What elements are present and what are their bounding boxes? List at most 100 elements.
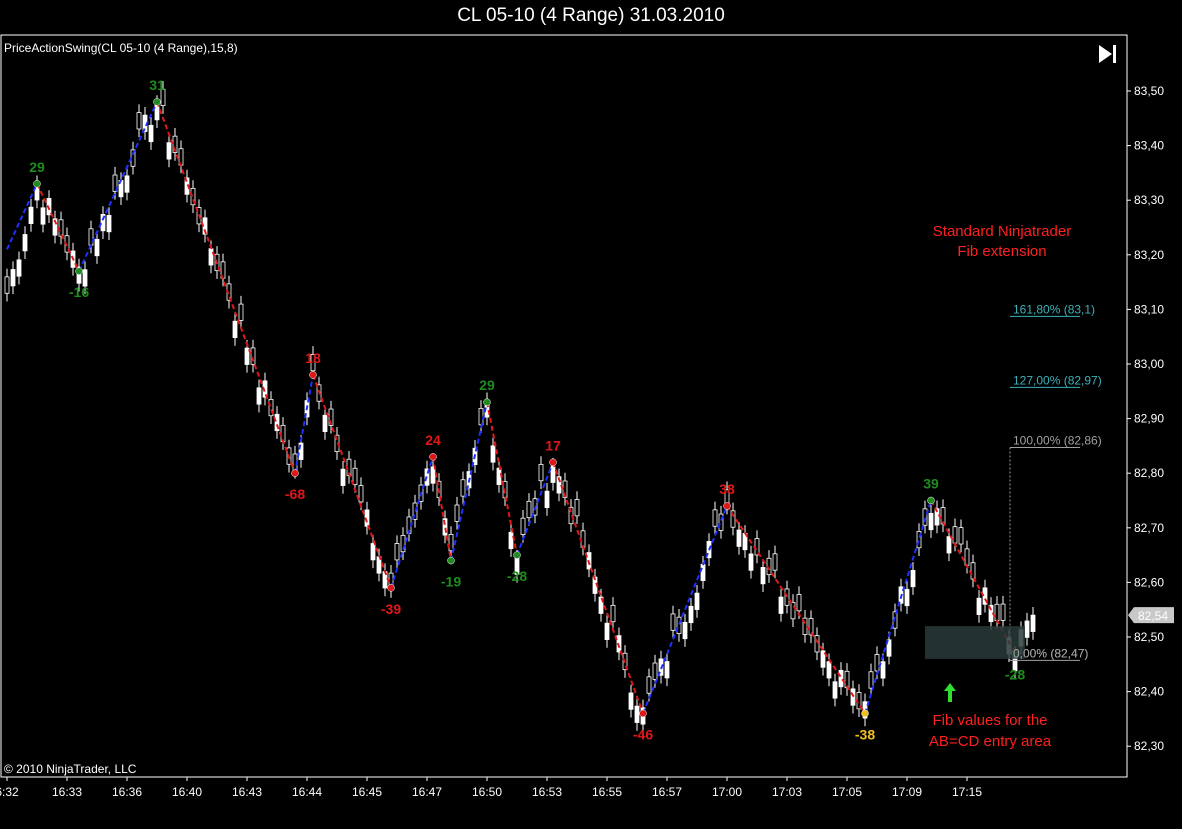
candle-body (946, 536, 952, 554)
candle-body (694, 592, 700, 610)
swing-point-high (429, 453, 437, 461)
indicator-label: PriceActionSwing(CL 05-10 (4 Range),15,8… (4, 41, 238, 55)
price-marker-value: 82,54 (1138, 609, 1168, 623)
candle-body (322, 414, 328, 432)
x-tick-label: 17:15 (952, 785, 982, 799)
candle-body (628, 692, 634, 710)
candle-body (370, 543, 376, 561)
y-tick-label: 82,30 (1134, 739, 1164, 753)
swing-label-high: 29 (479, 377, 495, 393)
swing-point-low (639, 709, 647, 718)
swing-up-leg (78, 101, 158, 272)
candle-body (904, 588, 910, 607)
swing-label-high: 17 (545, 437, 561, 453)
swing-label-high: 18 (305, 350, 321, 366)
swing-point-high (723, 502, 731, 510)
candle-body (604, 622, 610, 640)
candle-body (700, 563, 706, 582)
candle-body (238, 303, 244, 321)
x-tick-label: 16:55 (592, 785, 622, 799)
candle-body (106, 215, 112, 233)
candle-body (952, 526, 958, 544)
y-tick-label: 83,20 (1134, 248, 1164, 262)
candle-body (868, 671, 874, 689)
candle-body (166, 142, 172, 160)
candle-body (646, 676, 652, 694)
candle-body (454, 504, 460, 522)
x-tick-label: 16:44 (292, 785, 322, 799)
candle-body (748, 553, 754, 571)
swing-label-high: 29 (29, 159, 45, 175)
swing-label-low: -28 (1005, 666, 1025, 682)
x-tick-label: 16:53 (532, 785, 562, 799)
play-icon[interactable] (1099, 45, 1116, 63)
candle-body (1024, 620, 1030, 638)
candle-body (88, 228, 94, 246)
candle-body (250, 347, 256, 365)
candle-body (652, 662, 658, 680)
swing-point-low (75, 267, 83, 275)
candle-body (1030, 614, 1036, 632)
swing-down-leg (726, 505, 866, 714)
candle-body (4, 276, 10, 294)
candle-body (922, 508, 928, 526)
swing-down-leg (486, 402, 518, 556)
candle-body (136, 112, 142, 130)
swing-up-leg (450, 401, 488, 561)
price-marker: 82,54 (1128, 607, 1174, 624)
candle-body (910, 569, 916, 588)
x-tick-label: 16:43 (232, 785, 262, 799)
swing-up-leg (642, 505, 728, 714)
swing-label-low: -39 (381, 601, 401, 617)
candle-body (10, 269, 16, 287)
candle-body (796, 594, 802, 612)
candle-body (838, 669, 844, 688)
candle-body (16, 259, 22, 277)
fib-zero-label: 0,00% (82,47) (1013, 646, 1088, 660)
fib-level-label: 127,00% (82,97) (1013, 373, 1102, 387)
candle-body (778, 596, 784, 614)
candles (4, 81, 1036, 733)
y-tick-label: 82,50 (1134, 630, 1164, 644)
candle-body (28, 206, 34, 224)
swing-label-low: -38 (855, 726, 875, 742)
candle-body (832, 681, 838, 699)
candle-body (880, 661, 886, 679)
y-tick-label: 82,40 (1134, 685, 1164, 699)
candle-body (574, 499, 580, 517)
candle-body (538, 463, 544, 482)
swing-label-low: -16 (69, 284, 89, 300)
candle-body (736, 529, 742, 547)
candle-body (358, 485, 364, 503)
price-chart[interactable]: PriceActionSwing(CL 05-10 (4 Range),15,8… (0, 0, 1182, 829)
candle-body (790, 602, 796, 620)
swing-points (33, 98, 1019, 718)
x-tick-label: 16:40 (172, 785, 202, 799)
entry-note-line2: AB=CD entry area (929, 733, 1052, 750)
up-arrow-icon (944, 683, 956, 702)
candle-body (928, 512, 934, 531)
candle-body (970, 562, 976, 580)
candle-body (958, 527, 964, 545)
candle-body (712, 509, 718, 527)
y-tick-label: 82,70 (1134, 521, 1164, 535)
swing-point-low (447, 556, 455, 565)
swing-labels: 29 -16 31 -68 18 -39 24 -19 29 -28 17 -46 38 -38 39 -28 (29, 77, 1025, 743)
swing-down-leg (156, 101, 296, 474)
y-axis: 83,50 83,40 83,30 83,20 83,10 83,00 82,90 82,80… (1127, 84, 1164, 753)
candle-body (508, 531, 514, 550)
swing-up-leg (516, 461, 554, 556)
swing-label-high: 38 (719, 481, 735, 497)
candle-body (394, 543, 400, 561)
x-tick-label: 16:36 (112, 785, 142, 799)
swing-point-high (33, 180, 41, 188)
candle-body (688, 605, 694, 624)
candle-body (874, 654, 880, 672)
swing-point-high (927, 496, 935, 505)
candle-body (208, 248, 214, 266)
swing-point-high (549, 458, 557, 467)
fib-level-label: 161,80% (83,1) (1013, 302, 1095, 316)
fib-note-line2: Fib extension (957, 243, 1046, 260)
candle-body (232, 320, 238, 339)
x-tick-label: 17:09 (892, 785, 922, 799)
